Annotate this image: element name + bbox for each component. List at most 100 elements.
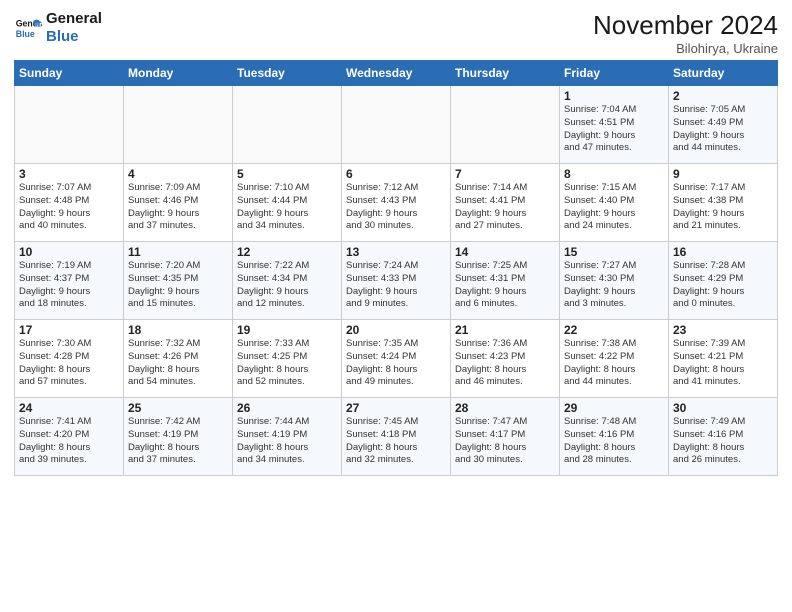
logo-text-line2: Blue	[46, 28, 102, 46]
day-number: 4	[128, 167, 228, 181]
table-cell: 1Sunrise: 7:04 AM Sunset: 4:51 PM Daylig…	[560, 86, 669, 164]
day-info: Sunrise: 7:36 AM Sunset: 4:23 PM Dayligh…	[455, 338, 555, 389]
table-cell	[342, 86, 451, 164]
svg-text:Blue: Blue	[16, 29, 35, 39]
table-cell: 27Sunrise: 7:45 AM Sunset: 4:18 PM Dayli…	[342, 398, 451, 476]
day-info: Sunrise: 7:32 AM Sunset: 4:26 PM Dayligh…	[128, 338, 228, 389]
calendar-table: Sunday Monday Tuesday Wednesday Thursday…	[14, 60, 778, 476]
day-info: Sunrise: 7:27 AM Sunset: 4:30 PM Dayligh…	[564, 260, 664, 311]
header-row: General Blue General Blue November 2024 …	[14, 10, 778, 56]
page-container: General Blue General Blue November 2024 …	[0, 0, 792, 484]
col-monday: Monday	[124, 61, 233, 86]
table-cell: 20Sunrise: 7:35 AM Sunset: 4:24 PM Dayli…	[342, 320, 451, 398]
title-block: November 2024 Bilohirya, Ukraine	[593, 10, 778, 56]
table-cell: 3Sunrise: 7:07 AM Sunset: 4:48 PM Daylig…	[15, 164, 124, 242]
day-info: Sunrise: 7:04 AM Sunset: 4:51 PM Dayligh…	[564, 104, 664, 155]
day-number: 25	[128, 401, 228, 415]
day-number: 19	[237, 323, 337, 337]
col-friday: Friday	[560, 61, 669, 86]
day-number: 26	[237, 401, 337, 415]
day-info: Sunrise: 7:20 AM Sunset: 4:35 PM Dayligh…	[128, 260, 228, 311]
table-cell: 4Sunrise: 7:09 AM Sunset: 4:46 PM Daylig…	[124, 164, 233, 242]
day-number: 5	[237, 167, 337, 181]
day-info: Sunrise: 7:49 AM Sunset: 4:16 PM Dayligh…	[673, 416, 773, 467]
table-cell: 2Sunrise: 7:05 AM Sunset: 4:49 PM Daylig…	[669, 86, 778, 164]
day-number: 15	[564, 245, 664, 259]
day-number: 18	[128, 323, 228, 337]
table-cell: 28Sunrise: 7:47 AM Sunset: 4:17 PM Dayli…	[451, 398, 560, 476]
table-cell: 12Sunrise: 7:22 AM Sunset: 4:34 PM Dayli…	[233, 242, 342, 320]
day-number: 2	[673, 89, 773, 103]
day-number: 12	[237, 245, 337, 259]
day-number: 30	[673, 401, 773, 415]
table-cell: 8Sunrise: 7:15 AM Sunset: 4:40 PM Daylig…	[560, 164, 669, 242]
day-info: Sunrise: 7:12 AM Sunset: 4:43 PM Dayligh…	[346, 182, 446, 233]
day-number: 9	[673, 167, 773, 181]
day-info: Sunrise: 7:24 AM Sunset: 4:33 PM Dayligh…	[346, 260, 446, 311]
table-cell: 29Sunrise: 7:48 AM Sunset: 4:16 PM Dayli…	[560, 398, 669, 476]
day-number: 14	[455, 245, 555, 259]
month-title: November 2024	[593, 10, 778, 41]
table-cell: 21Sunrise: 7:36 AM Sunset: 4:23 PM Dayli…	[451, 320, 560, 398]
table-cell: 22Sunrise: 7:38 AM Sunset: 4:22 PM Dayli…	[560, 320, 669, 398]
day-info: Sunrise: 7:14 AM Sunset: 4:41 PM Dayligh…	[455, 182, 555, 233]
table-cell: 19Sunrise: 7:33 AM Sunset: 4:25 PM Dayli…	[233, 320, 342, 398]
table-cell: 15Sunrise: 7:27 AM Sunset: 4:30 PM Dayli…	[560, 242, 669, 320]
logo: General Blue General Blue	[14, 10, 102, 46]
logo-icon: General Blue	[14, 14, 42, 42]
day-number: 24	[19, 401, 119, 415]
day-info: Sunrise: 7:15 AM Sunset: 4:40 PM Dayligh…	[564, 182, 664, 233]
day-number: 20	[346, 323, 446, 337]
week-row-1: 3Sunrise: 7:07 AM Sunset: 4:48 PM Daylig…	[15, 164, 778, 242]
table-cell: 16Sunrise: 7:28 AM Sunset: 4:29 PM Dayli…	[669, 242, 778, 320]
day-info: Sunrise: 7:19 AM Sunset: 4:37 PM Dayligh…	[19, 260, 119, 311]
day-number: 28	[455, 401, 555, 415]
table-cell: 18Sunrise: 7:32 AM Sunset: 4:26 PM Dayli…	[124, 320, 233, 398]
table-cell: 14Sunrise: 7:25 AM Sunset: 4:31 PM Dayli…	[451, 242, 560, 320]
table-cell: 10Sunrise: 7:19 AM Sunset: 4:37 PM Dayli…	[15, 242, 124, 320]
day-info: Sunrise: 7:39 AM Sunset: 4:21 PM Dayligh…	[673, 338, 773, 389]
table-cell: 6Sunrise: 7:12 AM Sunset: 4:43 PM Daylig…	[342, 164, 451, 242]
table-cell: 9Sunrise: 7:17 AM Sunset: 4:38 PM Daylig…	[669, 164, 778, 242]
table-cell: 23Sunrise: 7:39 AM Sunset: 4:21 PM Dayli…	[669, 320, 778, 398]
week-row-2: 10Sunrise: 7:19 AM Sunset: 4:37 PM Dayli…	[15, 242, 778, 320]
day-info: Sunrise: 7:30 AM Sunset: 4:28 PM Dayligh…	[19, 338, 119, 389]
day-info: Sunrise: 7:44 AM Sunset: 4:19 PM Dayligh…	[237, 416, 337, 467]
day-number: 8	[564, 167, 664, 181]
day-info: Sunrise: 7:38 AM Sunset: 4:22 PM Dayligh…	[564, 338, 664, 389]
day-info: Sunrise: 7:10 AM Sunset: 4:44 PM Dayligh…	[237, 182, 337, 233]
location-subtitle: Bilohirya, Ukraine	[593, 41, 778, 56]
day-number: 6	[346, 167, 446, 181]
week-row-4: 24Sunrise: 7:41 AM Sunset: 4:20 PM Dayli…	[15, 398, 778, 476]
day-info: Sunrise: 7:22 AM Sunset: 4:34 PM Dayligh…	[237, 260, 337, 311]
table-cell	[124, 86, 233, 164]
week-row-3: 17Sunrise: 7:30 AM Sunset: 4:28 PM Dayli…	[15, 320, 778, 398]
table-cell	[451, 86, 560, 164]
day-number: 13	[346, 245, 446, 259]
day-info: Sunrise: 7:28 AM Sunset: 4:29 PM Dayligh…	[673, 260, 773, 311]
day-number: 7	[455, 167, 555, 181]
day-info: Sunrise: 7:41 AM Sunset: 4:20 PM Dayligh…	[19, 416, 119, 467]
day-number: 3	[19, 167, 119, 181]
day-number: 29	[564, 401, 664, 415]
table-cell: 13Sunrise: 7:24 AM Sunset: 4:33 PM Dayli…	[342, 242, 451, 320]
table-cell: 7Sunrise: 7:14 AM Sunset: 4:41 PM Daylig…	[451, 164, 560, 242]
calendar-header-row: Sunday Monday Tuesday Wednesday Thursday…	[15, 61, 778, 86]
table-cell	[15, 86, 124, 164]
logo-text-line1: General	[46, 10, 102, 28]
day-number: 16	[673, 245, 773, 259]
table-cell: 17Sunrise: 7:30 AM Sunset: 4:28 PM Dayli…	[15, 320, 124, 398]
table-cell: 26Sunrise: 7:44 AM Sunset: 4:19 PM Dayli…	[233, 398, 342, 476]
col-tuesday: Tuesday	[233, 61, 342, 86]
day-number: 11	[128, 245, 228, 259]
day-number: 23	[673, 323, 773, 337]
day-info: Sunrise: 7:47 AM Sunset: 4:17 PM Dayligh…	[455, 416, 555, 467]
table-cell: 11Sunrise: 7:20 AM Sunset: 4:35 PM Dayli…	[124, 242, 233, 320]
day-info: Sunrise: 7:33 AM Sunset: 4:25 PM Dayligh…	[237, 338, 337, 389]
day-info: Sunrise: 7:42 AM Sunset: 4:19 PM Dayligh…	[128, 416, 228, 467]
day-number: 27	[346, 401, 446, 415]
day-number: 21	[455, 323, 555, 337]
day-info: Sunrise: 7:05 AM Sunset: 4:49 PM Dayligh…	[673, 104, 773, 155]
day-info: Sunrise: 7:48 AM Sunset: 4:16 PM Dayligh…	[564, 416, 664, 467]
table-cell: 5Sunrise: 7:10 AM Sunset: 4:44 PM Daylig…	[233, 164, 342, 242]
